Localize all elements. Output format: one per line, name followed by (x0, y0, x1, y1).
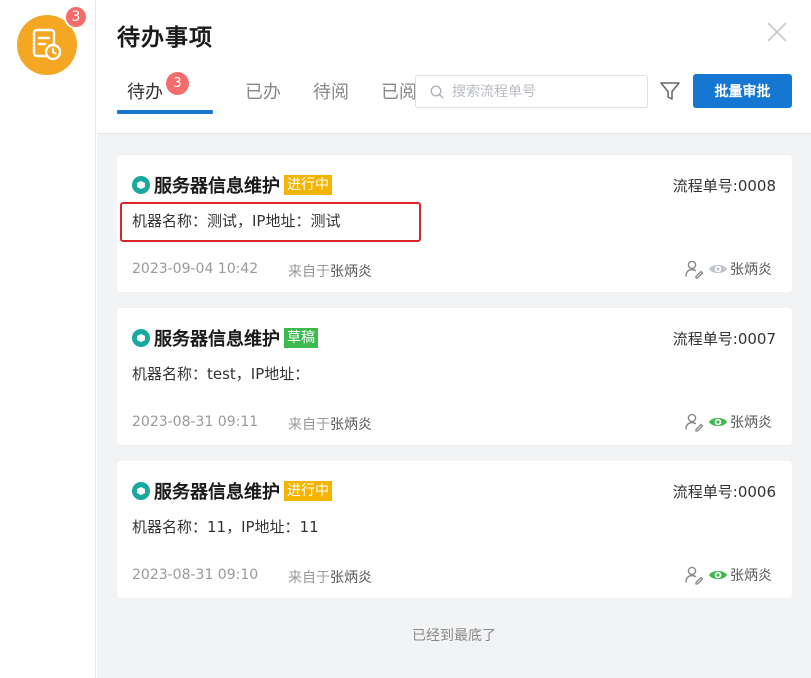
document-clock-icon (32, 28, 62, 61)
card-title-row: 服务器信息维护 进行中 (132, 478, 332, 504)
tab-read[interactable]: 已阅 (381, 72, 417, 114)
card-time: 2023-09-04 10:42 (132, 261, 259, 277)
user-edit-icon (685, 566, 704, 585)
search-input[interactable] (452, 83, 642, 100)
todo-card[interactable]: 服务器信息维护 进行中 流程单号:0008 机器名称：测试，IP地址：测试 20… (117, 155, 792, 292)
card-description: 机器名称：测试，IP地址：测试 (132, 212, 341, 230)
user-edit-icon (685, 413, 704, 432)
tab-todo[interactable]: 待办 3 (117, 72, 213, 114)
todo-list: 服务器信息维护 进行中 流程单号:0008 机器名称：测试，IP地址：测试 20… (117, 155, 792, 614)
eye-icon (709, 264, 727, 274)
tab-label: 已阅 (381, 82, 417, 103)
panel-header: 待办事项 待办 3 已办 待阅 已阅 批量审批 (97, 0, 811, 134)
process-icon (132, 329, 150, 347)
status-badge: 进行中 (284, 481, 332, 501)
tab-badge: 3 (166, 72, 189, 95)
card-title: 服务器信息维护 (154, 329, 280, 350)
tab-bar: 待办 3 已办 待阅 已阅 (117, 72, 449, 114)
card-title-row: 服务器信息维护 草稿 (132, 325, 318, 351)
filter-icon[interactable] (659, 80, 681, 102)
card-viewer: 张炳炎 (684, 259, 772, 279)
process-icon (132, 176, 150, 194)
eye-icon (709, 570, 727, 580)
process-icon (132, 482, 150, 500)
card-title: 服务器信息维护 (154, 176, 280, 197)
page-title: 待办事项 (117, 25, 213, 51)
close-icon[interactable] (765, 20, 789, 44)
list-end-text: 已经到最底了 (412, 628, 496, 644)
status-badge: 进行中 (284, 175, 332, 195)
flow-number: 流程单号:0006 (672, 483, 776, 501)
card-from: 来自于张炳炎 (288, 567, 372, 587)
card-time: 2023-08-31 09:11 (132, 414, 259, 430)
tab-done[interactable]: 已办 (245, 72, 281, 114)
card-viewer: 张炳炎 (684, 565, 772, 585)
user-edit-icon (685, 260, 704, 279)
viewer-name: 张炳炎 (730, 568, 772, 584)
card-description: 机器名称：11，IP地址：11 (132, 518, 319, 536)
tab-label: 待阅 (313, 82, 349, 103)
from-prefix: 来自于 (288, 264, 330, 280)
card-title: 服务器信息维护 (154, 482, 280, 503)
viewer-name: 张炳炎 (730, 415, 772, 431)
search-box (415, 75, 648, 108)
todo-panel: 待办事项 待办 3 已办 待阅 已阅 批量审批 (97, 0, 811, 678)
from-name: 张炳炎 (330, 570, 372, 586)
tab-label: 已办 (245, 82, 281, 103)
flow-number: 流程单号:0008 (672, 177, 776, 195)
tab-label: 待办 (127, 82, 163, 103)
active-tab-indicator (117, 110, 213, 114)
left-rail: 3 (0, 0, 96, 678)
flow-number: 流程单号:0007 (672, 330, 776, 348)
eye-icon (709, 417, 727, 427)
batch-approve-button[interactable]: 批量审批 (693, 74, 792, 108)
card-time: 2023-08-31 09:10 (132, 567, 259, 583)
viewer-name: 张炳炎 (730, 262, 772, 278)
todo-card[interactable]: 服务器信息维护 草稿 流程单号:0007 机器名称：test，IP地址： 202… (117, 308, 792, 445)
card-description: 机器名称：test，IP地址： (132, 365, 310, 383)
from-prefix: 来自于 (288, 417, 330, 433)
app-badge: 3 (64, 5, 88, 29)
from-name: 张炳炎 (330, 417, 372, 433)
from-prefix: 来自于 (288, 570, 330, 586)
search-icon (430, 84, 444, 99)
card-from: 来自于张炳炎 (288, 414, 372, 434)
card-from: 来自于张炳炎 (288, 261, 372, 281)
card-title-row: 服务器信息维护 进行中 (132, 172, 332, 198)
status-badge: 草稿 (284, 328, 318, 348)
from-name: 张炳炎 (330, 264, 372, 280)
tab-to-read[interactable]: 待阅 (313, 72, 349, 114)
todo-card[interactable]: 服务器信息维护 进行中 流程单号:0006 机器名称：11，IP地址：11 20… (117, 461, 792, 598)
card-viewer: 张炳炎 (684, 412, 772, 432)
